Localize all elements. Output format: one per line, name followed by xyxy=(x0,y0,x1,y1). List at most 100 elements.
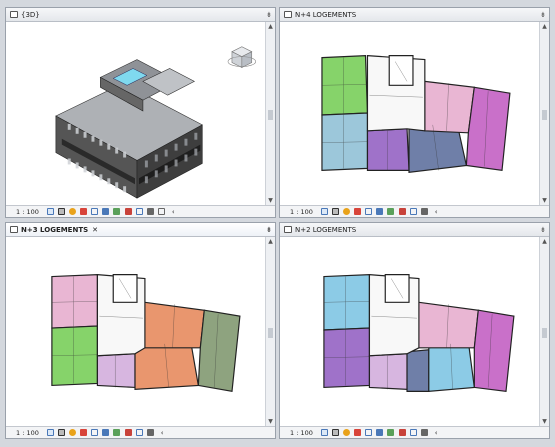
viewport-n2-title[interactable]: N+2 LOGEMENTS ⇟ xyxy=(280,223,549,237)
apartment-zone-sage xyxy=(197,309,241,393)
worksharing-icon[interactable] xyxy=(135,208,143,215)
visual-style-icon[interactable] xyxy=(58,429,66,436)
building-mass xyxy=(55,59,203,199)
scroll-thumb[interactable] xyxy=(542,327,547,338)
worksharing-icon[interactable] xyxy=(409,208,417,215)
viewport-n4-title[interactable]: N+4 LOGEMENTS ⇟ xyxy=(280,8,549,22)
analysis-icon[interactable] xyxy=(420,208,428,215)
scroll-up-icon[interactable]: ▲ xyxy=(266,22,275,31)
viewport-n2-canvas[interactable] xyxy=(280,237,540,426)
scroll-thumb[interactable] xyxy=(268,327,273,338)
scroll-up-icon[interactable]: ▲ xyxy=(266,237,275,246)
temporary-hide-icon[interactable] xyxy=(387,208,395,215)
viewport-n3[interactable]: N+3 LOGEMENTS ✕ ⇟ ▲ ▼ 1: 100 ‹ xyxy=(5,222,276,439)
viewport-3d-title[interactable]: {3D} ⇟ xyxy=(6,8,275,22)
view-scale[interactable]: 1 : 100 xyxy=(290,208,313,216)
detail-level-icon[interactable] xyxy=(46,208,54,215)
sun-path-icon[interactable] xyxy=(343,208,351,215)
building-3d-model[interactable] xyxy=(6,22,266,205)
visual-style-icon[interactable] xyxy=(58,208,66,215)
show-crop-icon[interactable] xyxy=(376,429,384,436)
sun-path-icon[interactable] xyxy=(69,429,77,436)
detail-level-icon[interactable] xyxy=(320,208,328,215)
viewport-menu-icon[interactable]: ⇟ xyxy=(266,8,272,22)
apartment-zone-magenta xyxy=(465,86,511,172)
view-scale[interactable]: 1 : 100 xyxy=(290,429,313,437)
sun-path-icon[interactable] xyxy=(69,208,77,215)
viewport-menu-icon[interactable]: ⇟ xyxy=(540,8,546,22)
viewport-n4-canvas[interactable] xyxy=(280,22,540,205)
crop-view-icon[interactable] xyxy=(91,208,99,215)
scroll-up-icon[interactable]: ▲ xyxy=(540,22,549,31)
sun-path-icon[interactable] xyxy=(343,429,351,436)
scroll-thumb[interactable] xyxy=(268,109,273,120)
analysis-icon[interactable] xyxy=(420,429,428,436)
stair-core xyxy=(388,55,414,86)
worksharing-icon[interactable] xyxy=(135,429,143,436)
vertical-scrollbar[interactable]: ▲ ▼ xyxy=(265,237,275,426)
view-scale[interactable]: 1 : 100 xyxy=(16,208,39,216)
viewport-3d[interactable]: {3D} ⇟ ▲ ▼ 1: 100 ‹ xyxy=(5,7,276,218)
reveal-hidden-icon[interactable] xyxy=(124,429,132,436)
analysis-icon[interactable] xyxy=(146,429,154,436)
view-n4-title-text: N+4 LOGEMENTS xyxy=(295,11,357,19)
view-control-bar: 1 : 100 ‹ xyxy=(6,426,275,438)
detail-level-icon[interactable] xyxy=(46,429,54,436)
shadows-icon[interactable] xyxy=(354,208,362,215)
shadows-icon[interactable] xyxy=(80,429,88,436)
reveal-hidden-icon[interactable] xyxy=(124,208,132,215)
view-control-bar: 1 : 100 ‹ xyxy=(6,205,275,217)
apartment-zone-salmon-east xyxy=(144,301,205,349)
detail-level-icon[interactable] xyxy=(320,429,328,436)
worksharing-icon[interactable] xyxy=(409,429,417,436)
shadows-icon[interactable] xyxy=(80,208,88,215)
visual-style-icon[interactable] xyxy=(332,429,340,436)
floor-plan-n4[interactable] xyxy=(280,22,540,205)
scroll-thumb[interactable] xyxy=(542,109,547,120)
scroll-down-icon[interactable]: ▼ xyxy=(266,196,275,205)
floor-plan-n3[interactable] xyxy=(6,237,266,426)
temporary-hide-icon[interactable] xyxy=(113,429,121,436)
view-3d-icon xyxy=(10,11,18,18)
highlight-icon[interactable] xyxy=(157,208,165,215)
crop-view-icon[interactable] xyxy=(365,429,373,436)
scroll-down-icon[interactable]: ▼ xyxy=(540,196,549,205)
shadows-icon[interactable] xyxy=(354,429,362,436)
viewport-menu-icon[interactable]: ⇟ xyxy=(266,223,272,237)
crop-view-icon[interactable] xyxy=(91,429,99,436)
reveal-hidden-icon[interactable] xyxy=(398,429,406,436)
chevron-left-icon[interactable]: ‹ xyxy=(172,208,175,216)
show-crop-icon[interactable] xyxy=(376,208,384,215)
close-icon[interactable]: ✕ xyxy=(92,226,98,234)
apartment-zone-pink xyxy=(424,80,475,134)
view-cube-icon[interactable] xyxy=(227,46,256,68)
viewport-n2[interactable]: N+2 LOGEMENTS ⇟ ▲ ▼ 1: 100 ‹ xyxy=(279,222,550,439)
chevron-left-icon[interactable]: ‹ xyxy=(161,429,164,437)
view-scale[interactable]: 1 : 100 xyxy=(16,429,39,437)
visual-style-icon[interactable] xyxy=(332,208,340,215)
chevron-left-icon[interactable]: ‹ xyxy=(435,208,438,216)
apartment-zone-purple xyxy=(366,128,410,171)
viewport-n3-title[interactable]: N+3 LOGEMENTS ✕ ⇟ xyxy=(6,223,275,237)
temporary-hide-icon[interactable] xyxy=(387,429,395,436)
viewport-n4[interactable]: N+4 LOGEMENTS ⇟ ▲ ▼ 1: 100 ‹ xyxy=(279,7,550,218)
viewport-3d-canvas[interactable] xyxy=(6,22,266,205)
viewport-menu-icon[interactable]: ⇟ xyxy=(540,223,546,237)
crop-view-icon[interactable] xyxy=(365,208,373,215)
vertical-scrollbar[interactable]: ▲ ▼ xyxy=(265,22,275,205)
scroll-down-icon[interactable]: ▼ xyxy=(540,417,549,426)
vertical-scrollbar[interactable]: ▲ ▼ xyxy=(539,237,549,426)
floor-plan-icon xyxy=(284,226,292,233)
apartment-zone-magenta xyxy=(473,309,515,393)
show-crop-icon[interactable] xyxy=(102,208,110,215)
scroll-down-icon[interactable]: ▼ xyxy=(266,417,275,426)
vertical-scrollbar[interactable]: ▲ ▼ xyxy=(539,22,549,205)
reveal-hidden-icon[interactable] xyxy=(398,208,406,215)
temporary-hide-icon[interactable] xyxy=(113,208,121,215)
scroll-up-icon[interactable]: ▲ xyxy=(540,237,549,246)
floor-plan-n2[interactable] xyxy=(280,237,540,426)
analysis-icon[interactable] xyxy=(146,208,154,215)
show-crop-icon[interactable] xyxy=(102,429,110,436)
viewport-n3-canvas[interactable] xyxy=(6,237,266,426)
chevron-left-icon[interactable]: ‹ xyxy=(435,429,438,437)
